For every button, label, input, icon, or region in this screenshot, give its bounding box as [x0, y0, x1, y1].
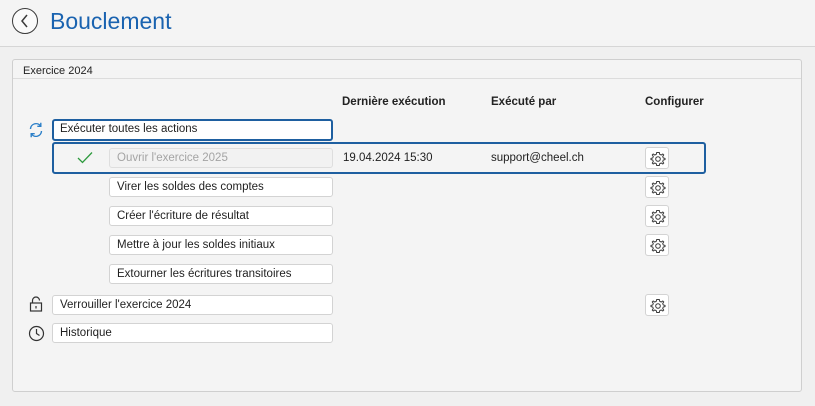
- group-title: Exercice 2024: [23, 65, 93, 77]
- configure-result-entry-button[interactable]: [645, 205, 669, 227]
- gear-icon: [650, 299, 666, 313]
- open-year-button[interactable]: Ouvrir l'exercice 2025: [109, 148, 333, 168]
- lock-year-button[interactable]: Verrouiller l'exercice 2024: [52, 295, 333, 315]
- create-result-entry-button[interactable]: Créer l'écriture de résultat: [109, 206, 333, 226]
- gear-icon: [650, 239, 666, 253]
- chevron-left-icon: [21, 14, 28, 28]
- header-bar: Bouclement: [0, 0, 815, 47]
- refresh-icon: [29, 122, 43, 138]
- back-button[interactable]: [12, 8, 38, 34]
- group-divider: [13, 78, 801, 79]
- column-header-executed-by: Exécuté par: [491, 96, 557, 108]
- executed-by-value: support@cheel.ch: [491, 152, 584, 164]
- column-header-last-run: Dernière exécution: [342, 96, 446, 108]
- lock-icon: [29, 296, 43, 312]
- gear-icon: [650, 181, 666, 195]
- last-run-value: 19.04.2024 15:30: [343, 152, 433, 164]
- page-title: Bouclement: [50, 8, 172, 34]
- configure-transfer-balances-button[interactable]: [645, 176, 669, 198]
- history-button[interactable]: Historique: [52, 323, 333, 343]
- column-header-configure: Configurer: [645, 96, 704, 108]
- update-opening-balances-button[interactable]: Mettre à jour les soldes initiaux: [109, 235, 333, 255]
- gear-icon: [650, 152, 666, 166]
- clock-icon: [28, 325, 45, 342]
- gear-icon: [650, 210, 666, 224]
- reverse-transitory-button[interactable]: Extourner les écritures transitoires: [109, 264, 333, 284]
- checkmark-icon: [77, 152, 93, 164]
- run-all-actions-button[interactable]: Exécuter toutes les actions: [52, 119, 333, 141]
- configure-lock-year-button[interactable]: [645, 294, 669, 316]
- configure-open-year-button[interactable]: [645, 147, 669, 169]
- configure-opening-balances-button[interactable]: [645, 234, 669, 256]
- transfer-balances-button[interactable]: Virer les soldes des comptes: [109, 177, 333, 197]
